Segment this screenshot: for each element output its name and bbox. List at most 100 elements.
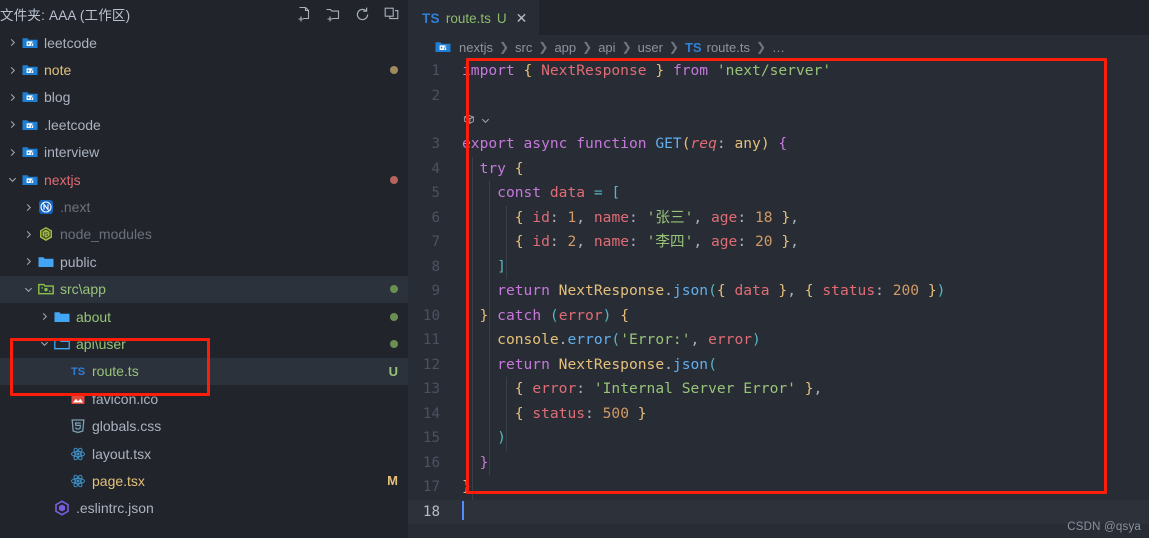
line-number: 6 (431, 209, 440, 226)
code-line[interactable]: 5 const data = [ (408, 181, 1149, 206)
chevron-right-icon[interactable] (4, 111, 20, 138)
code-line-text[interactable]: const data = [ (452, 181, 620, 206)
breadcrumb-item[interactable]: src (515, 40, 532, 55)
breadcrumb-item[interactable]: api (598, 40, 615, 55)
code-line-text[interactable]: } (452, 451, 489, 476)
chevron-right-icon[interactable] (20, 193, 36, 220)
tab-route-ts[interactable]: TS route.ts U ✕ (408, 0, 540, 35)
breadcrumb[interactable]: nextjs ❯ src ❯ app ❯ api ❯ user ❯ TS route.ts ❯… (408, 35, 1149, 59)
code-line[interactable]: 16 } (408, 451, 1149, 476)
tree-item-globals-css[interactable]: globals.css (0, 412, 408, 439)
code-line[interactable]: 3 export async function GET(req: any) { (408, 132, 1149, 157)
code-line[interactable]: 12 return NextResponse.json( (408, 353, 1149, 378)
code-line[interactable]: 17} (408, 475, 1149, 500)
refresh-icon[interactable] (354, 6, 371, 23)
chevron-right-icon[interactable] (4, 29, 20, 56)
code-line-text[interactable] (452, 500, 464, 525)
code-line[interactable]: 2 (408, 84, 1149, 109)
chevron-down-icon[interactable] (4, 166, 20, 193)
collapse-all-icon[interactable] (383, 6, 400, 23)
code-line-text[interactable]: return NextResponse.json( (452, 353, 717, 378)
chevron-down-icon[interactable] (480, 115, 491, 126)
explorer-actions (296, 6, 400, 23)
tree-item-about[interactable]: about (0, 303, 408, 330)
code-line-text[interactable]: { status: 500 } (452, 402, 647, 427)
tree-item-route-ts[interactable]: TS route.ts U (0, 357, 408, 386)
tree-item-src-app[interactable]: src\app (0, 275, 408, 303)
code-line[interactable]: 1 import { NextResponse } from 'next/serv… (408, 59, 1149, 84)
tree-item-label: interview (44, 144, 100, 161)
code-line-text[interactable]: try { (452, 157, 524, 182)
tree-item-page-tsx[interactable]: page.tsx M (0, 467, 408, 494)
codelens-icon[interactable] (462, 113, 476, 127)
code-line-text[interactable]: { id: 2, name: '李四', age: 20 }, (452, 230, 799, 255)
chevron-right-icon[interactable] (4, 84, 20, 111)
chevron-right-icon[interactable] (4, 56, 20, 83)
code-line-text[interactable]: ] (452, 255, 506, 280)
tree-item-api-user[interactable]: api\user (0, 330, 408, 357)
breadcrumb-file[interactable]: route.ts (707, 40, 750, 55)
code-editor[interactable]: 1 import { NextResponse } from 'next/serv… (408, 59, 1149, 524)
code-line[interactable]: 8 ] (408, 255, 1149, 280)
tree-item--leetcode[interactable]: .leetcode (0, 111, 408, 138)
tab-git-badge: U (496, 10, 507, 26)
code-line-text[interactable]: import { NextResponse } from 'next/serve… (452, 59, 831, 84)
code-line-text[interactable]: console.error('Error:', error) (452, 328, 761, 353)
close-icon[interactable]: ✕ (516, 11, 528, 25)
line-number: 11 (422, 332, 440, 348)
tree-item--eslintrc-json[interactable]: .eslintrc.json (0, 495, 408, 522)
tree-item-label: api\user (76, 335, 126, 352)
code-line[interactable]: 9 return NextResponse.json({ data }, { s… (408, 279, 1149, 304)
code-line[interactable]: 15 ) (408, 426, 1149, 451)
tree-item-node_modules[interactable]: JS node_modules (0, 221, 408, 248)
codelens-row[interactable] (408, 108, 1149, 132)
tree-item-favicon-ico[interactable]: favicon.ico (0, 385, 408, 412)
code-line-text[interactable]: { error: 'Internal Server Error' }, (452, 377, 823, 402)
code-line[interactable]: 18 (408, 499, 1149, 525)
git-status-badge: M (387, 473, 398, 489)
tree-item-note[interactable]: note (0, 56, 408, 83)
new-folder-icon[interactable] (325, 6, 342, 23)
code-line[interactable]: 14 { status: 500 } (408, 402, 1149, 427)
code-line[interactable]: 13 { error: 'Internal Server Error' }, (408, 377, 1149, 402)
git-status-badge: U (388, 363, 398, 379)
tree-item-blog[interactable]: blog (0, 84, 408, 111)
nodejs-icon: JS (36, 226, 55, 242)
tree-item-public[interactable]: public (0, 248, 408, 275)
breadcrumb-item[interactable]: user (638, 40, 663, 55)
typescript-icon: TS (684, 39, 702, 55)
folder-root-icon (20, 172, 39, 188)
code-line-text[interactable]: ) (452, 426, 506, 451)
chevron-down-icon[interactable] (20, 276, 36, 303)
tree-item-leetcode[interactable]: leetcode (0, 29, 408, 56)
file-tree[interactable]: leetcode note blog .leetcode interview nextjs… (0, 28, 408, 522)
chevron-right-icon: ❯ (582, 40, 593, 54)
chevron-right-icon[interactable] (4, 139, 20, 166)
chevron-right-icon[interactable] (20, 248, 36, 275)
code-line-text[interactable]: } (452, 475, 471, 500)
breadcrumb-item[interactable]: app (554, 40, 576, 55)
code-line[interactable]: 6 { id: 1, name: '张三', age: 18 }, (408, 206, 1149, 231)
code-line[interactable]: 11 console.error('Error:', error) (408, 328, 1149, 353)
code-line[interactable]: 7 { id: 2, name: '李四', age: 20 }, (408, 230, 1149, 255)
chevron-right-icon[interactable] (36, 303, 52, 330)
code-line[interactable]: 4 try { (408, 157, 1149, 182)
chevron-right-icon[interactable] (20, 221, 36, 248)
code-line-text[interactable]: export async function GET(req: any) { (452, 132, 787, 157)
tree-item-interview[interactable]: interview (0, 139, 408, 166)
code-line[interactable]: 10 } catch (error) { (408, 304, 1149, 329)
line-number: 17 (422, 479, 440, 495)
breadcrumb-ellipsis[interactable]: … (772, 40, 785, 55)
tree-item-layout-tsx[interactable]: layout.tsx (0, 440, 408, 467)
watermark: CSDN @qsya (1067, 521, 1141, 533)
tree-item-nextjs[interactable]: nextjs (0, 166, 408, 193)
line-number: 14 (422, 405, 440, 422)
code-line-text[interactable]: } catch (error) { (452, 304, 629, 329)
code-line-text[interactable]: return NextResponse.json({ data }, { sta… (452, 279, 945, 304)
tree-item--next[interactable]: .next (0, 193, 408, 220)
code-line-text[interactable]: { id: 1, name: '张三', age: 18 }, (452, 206, 799, 231)
new-file-icon[interactable] (296, 6, 313, 23)
chevron-down-icon[interactable] (36, 330, 52, 357)
breadcrumb-item[interactable]: nextjs (459, 40, 493, 55)
status-dot (390, 339, 398, 348)
